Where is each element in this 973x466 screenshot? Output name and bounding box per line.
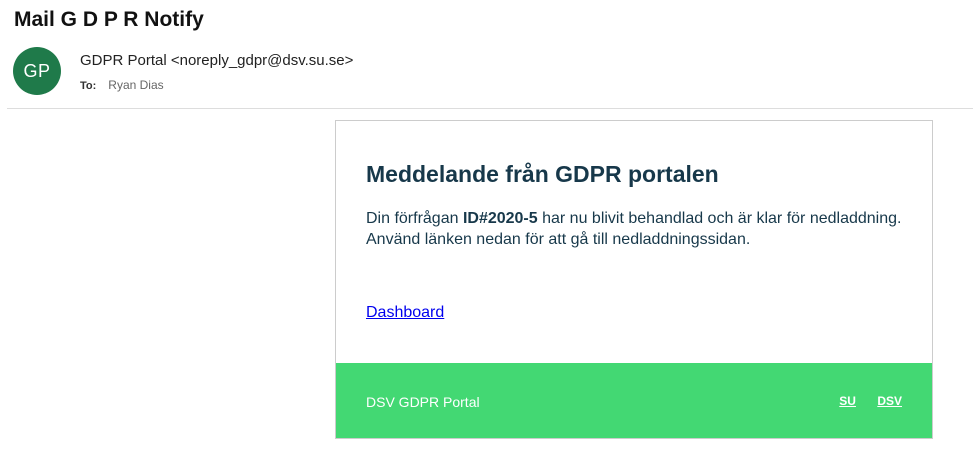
avatar-initials: GP — [23, 60, 51, 81]
body-text-line2: Använd länken nedan för att gå till nedl… — [366, 231, 751, 248]
body-text-suffix: har nu blivit behandlad och är klar för … — [537, 210, 902, 227]
recipient-row: To: Ryan Dias — [80, 78, 164, 92]
dashboard-link[interactable]: Dashboard — [366, 304, 444, 322]
email-subject: Mail G D P R Notify — [14, 8, 204, 31]
sender-avatar: GP — [13, 47, 61, 95]
sender-address: GDPR Portal <noreply_gdpr@dsv.su.se> — [80, 52, 354, 69]
footer-link-dsv[interactable]: DSV — [877, 394, 902, 408]
footer-link-su[interactable]: SU — [839, 394, 856, 408]
email-body: Din förfrågan ID#2020-5 har nu blivit be… — [366, 208, 926, 250]
to-label: To: — [80, 80, 97, 92]
footer-brand: DSV GDPR Portal — [366, 394, 480, 410]
header-divider — [7, 108, 973, 109]
footer-links: SU DSV — [821, 394, 902, 408]
body-text-prefix: Din förfrågan — [366, 210, 463, 227]
email-footer: DSV GDPR Portal SU DSV — [336, 363, 932, 438]
email-card: Meddelande från GDPR portalen Din förfrå… — [335, 120, 933, 439]
request-id: ID#2020-5 — [462, 210, 538, 227]
email-heading: Meddelande från GDPR portalen — [366, 161, 719, 187]
recipient-name: Ryan Dias — [108, 78, 164, 92]
